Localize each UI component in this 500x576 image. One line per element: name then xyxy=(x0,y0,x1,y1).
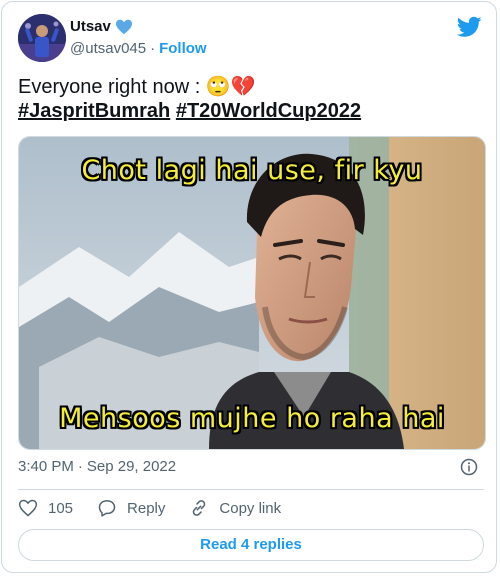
tweet-date: Sep 29, 2022 xyxy=(86,458,177,475)
author-name[interactable]: Utsav xyxy=(70,18,111,35)
read-replies-button[interactable]: Read 4 replies xyxy=(18,529,484,561)
heart-icon xyxy=(18,499,38,517)
tweet-timestamp[interactable]: 3:40 PM · Sep 29, 2022 xyxy=(18,458,176,475)
tweet-time: 3:40 PM xyxy=(18,458,74,475)
handle-row: @utsav045 · Follow xyxy=(70,40,207,57)
blue-heart-icon xyxy=(115,19,132,34)
reply-label: Reply xyxy=(127,499,166,517)
copy-link-button[interactable]: Copy link xyxy=(189,498,281,518)
tweet-line-1: Everyone right now : 🙄💔 xyxy=(18,74,478,99)
author-handle[interactable]: @utsav045 xyxy=(70,40,146,57)
timestamp-separator: · xyxy=(77,458,83,475)
twitter-bird-icon[interactable] xyxy=(457,16,482,38)
info-icon[interactable] xyxy=(460,458,478,476)
tweet-emojis: 🙄💔 xyxy=(205,74,256,98)
like-button[interactable]: 105 xyxy=(18,498,73,518)
tweet-card: Utsav @utsav045 · Follow Everyone right … xyxy=(1,1,497,573)
reply-bubble-icon xyxy=(98,500,116,517)
tweet-line-2: #JaspritBumrah #T20WorldCup2022 xyxy=(18,99,478,123)
reply-button[interactable]: Reply xyxy=(97,498,165,518)
handle-separator: · xyxy=(150,40,156,57)
action-bar: 105 Reply Copy link xyxy=(18,498,305,518)
meme-bottom-caption: Mehsoos mujhe ho raha hai xyxy=(59,403,445,434)
avatar-image xyxy=(18,14,66,62)
meme-top-caption: Chot lagi hai use, fir kyu xyxy=(81,155,423,186)
like-count: 105 xyxy=(48,499,74,517)
hashtag-jaspritbumrah[interactable]: #JaspritBumrah xyxy=(18,100,170,122)
tweet-text: Everyone right now : 🙄💔 #JaspritBumrah #… xyxy=(18,74,478,123)
copy-link-label: Copy link xyxy=(219,499,282,517)
tweet-text-prefix: Everyone right now : xyxy=(18,76,206,98)
follow-button[interactable]: Follow xyxy=(159,40,207,57)
author-name-row: Utsav xyxy=(70,18,133,35)
tweet-media[interactable]: Chot lagi hai use, fir kyu Mehsoos mujhe… xyxy=(18,136,486,450)
link-icon xyxy=(193,500,206,516)
divider xyxy=(18,489,484,490)
avatar[interactable] xyxy=(18,14,66,62)
hashtag-t20worldcup2022[interactable]: #T20WorldCup2022 xyxy=(176,100,361,122)
